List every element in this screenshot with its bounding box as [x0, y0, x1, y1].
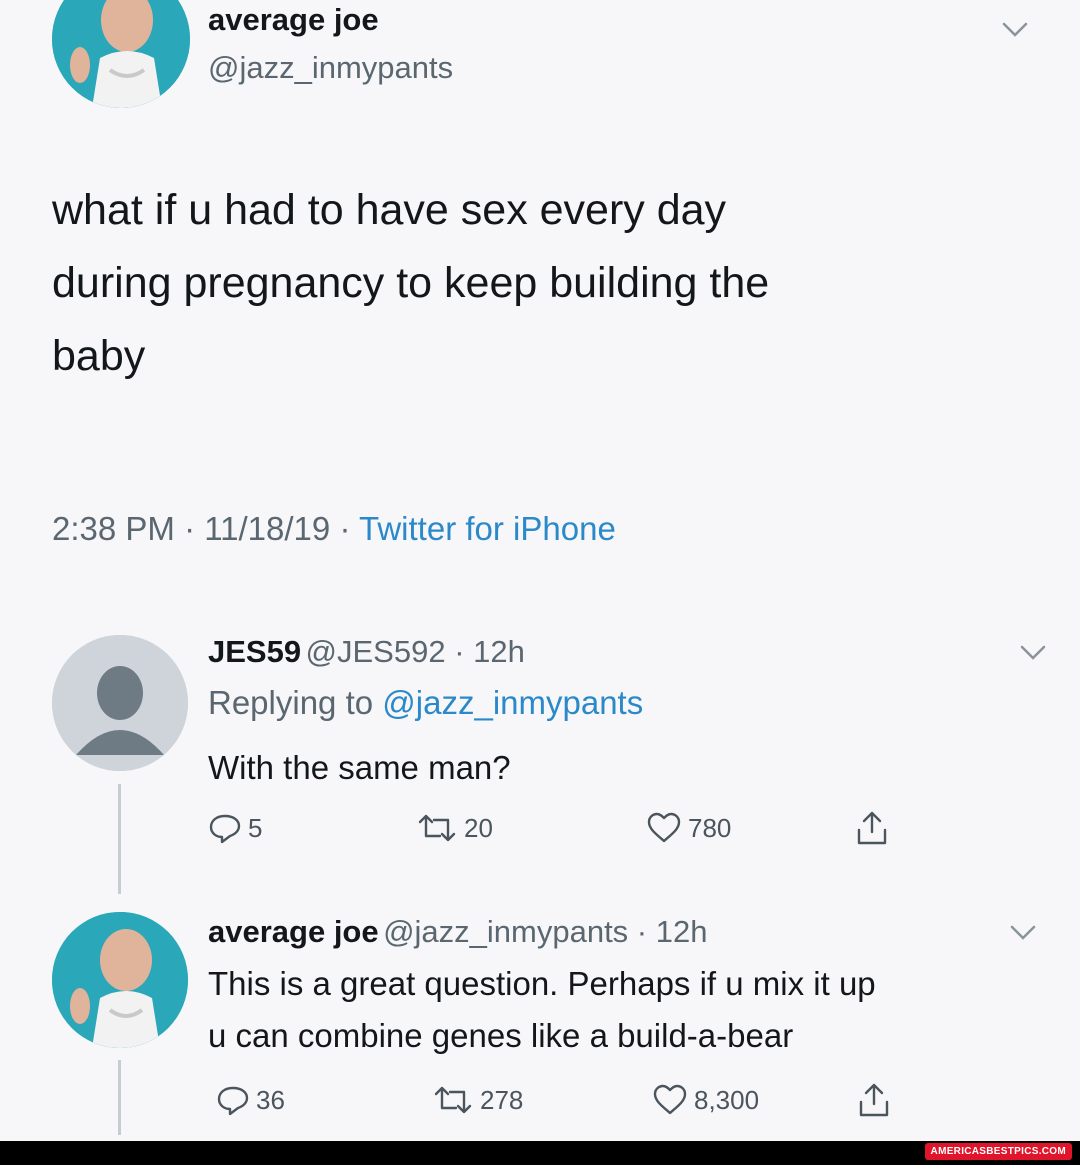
- separator: ·: [339, 510, 351, 547]
- thread-line: [118, 784, 121, 894]
- reply-text-line: u can combine genes like a build-a-bear: [208, 1017, 794, 1054]
- retweet-count: 20: [464, 812, 493, 843]
- reply-text-line: This is a great question. Perhaps if u m…: [208, 965, 876, 1002]
- profile-photo: [52, 912, 188, 1048]
- like-button[interactable]: 8,300: [652, 1084, 759, 1116]
- bottom-bar: [0, 1141, 1080, 1165]
- tweet-date: 11/18/19: [204, 510, 331, 547]
- retweet-button[interactable]: 278: [432, 1084, 523, 1116]
- reply-handle-time[interactable]: @JES592 · 12h: [306, 634, 525, 669]
- author-handle[interactable]: @jazz_inmypants: [208, 50, 453, 86]
- share-button[interactable]: [858, 1082, 890, 1118]
- reply-count: 36: [256, 1084, 285, 1115]
- like-icon: [647, 812, 681, 843]
- tweet-text-line: baby: [52, 332, 146, 380]
- reply-button[interactable]: 5: [208, 812, 262, 844]
- like-count: 8,300: [694, 1084, 760, 1115]
- separator: ·: [184, 510, 196, 547]
- tweet-meta: 2:38 PM · 11/18/19 · Twitter for iPhone: [52, 510, 616, 548]
- chevron-down-icon[interactable]: [1010, 925, 1036, 941]
- watermark: AMERICASBESTPICS.COM: [924, 1143, 1072, 1160]
- avatar[interactable]: [52, 912, 188, 1048]
- tweet-text-line: during pregnancy to keep building the: [52, 259, 770, 307]
- reply-header: JES59 @JES592 · 12h: [208, 634, 525, 670]
- tweet-text-line: what if u had to have sex every day: [52, 186, 727, 234]
- reply-text: This is a great question. Perhaps if u m…: [208, 958, 1068, 1062]
- retweet-icon: [434, 1086, 472, 1114]
- reply-author-name[interactable]: JES59: [208, 634, 301, 669]
- reply-icon: [217, 1086, 249, 1116]
- like-count: 780: [688, 812, 732, 843]
- retweet-count: 278: [480, 1084, 524, 1115]
- reply-count: 5: [248, 812, 263, 843]
- reply-header: average joe @jazz_inmypants · 12h: [208, 914, 707, 950]
- tweet-time: 2:38 PM: [52, 510, 175, 547]
- chevron-down-icon[interactable]: [1002, 22, 1028, 38]
- share-icon: [859, 1083, 889, 1117]
- replying-to: Replying to @jazz_inmypants: [208, 684, 643, 722]
- thread-line: [118, 1060, 121, 1135]
- default-avatar-icon: [52, 635, 188, 771]
- replying-to-label: Replying to: [208, 684, 374, 721]
- reply-icon: [209, 814, 241, 844]
- reply-author-name[interactable]: average joe: [208, 914, 379, 949]
- reply-button[interactable]: 36: [216, 1084, 285, 1116]
- like-button[interactable]: 780: [646, 812, 731, 844]
- like-icon: [653, 1084, 687, 1115]
- replying-to-handle[interactable]: @jazz_inmypants: [382, 684, 643, 721]
- author-name[interactable]: average joe: [208, 2, 379, 38]
- retweet-button[interactable]: 20: [416, 812, 493, 844]
- reply-handle-time[interactable]: @jazz_inmypants · 12h: [383, 914, 707, 949]
- chevron-down-icon[interactable]: [1020, 645, 1046, 661]
- share-button[interactable]: [856, 810, 888, 846]
- avatar[interactable]: [52, 0, 190, 108]
- tweet-source[interactable]: Twitter for iPhone: [359, 510, 616, 547]
- tweet-text: what if u had to have sex every day duri…: [52, 174, 1052, 393]
- reply-text: With the same man?: [208, 749, 511, 786]
- share-icon: [857, 811, 887, 845]
- avatar[interactable]: [52, 635, 188, 771]
- profile-photo: [52, 0, 190, 108]
- retweet-icon: [418, 814, 456, 842]
